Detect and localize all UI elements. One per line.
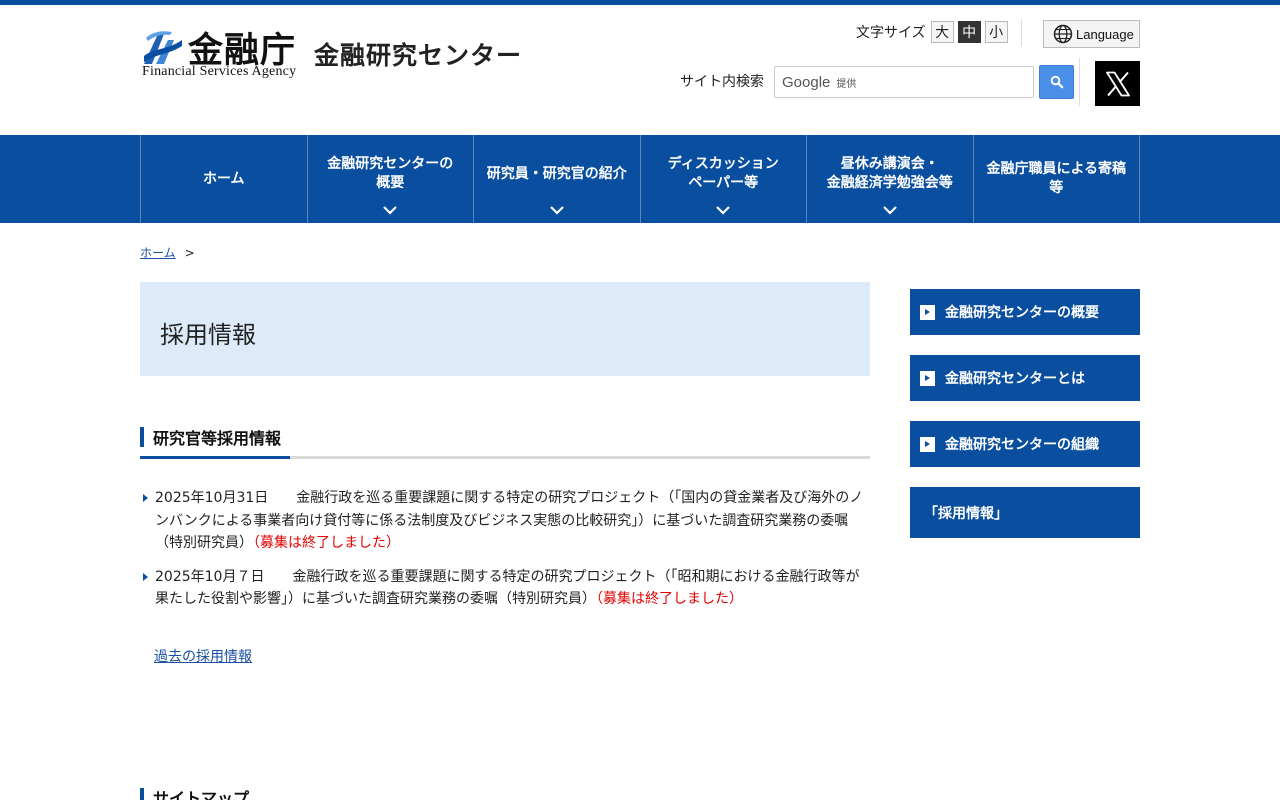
nav-item-researchers[interactable]: 研究員・研究官の紹介 bbox=[474, 135, 641, 223]
nav-item-label: ディスカッション ペーパー等 bbox=[667, 156, 779, 191]
chevron-down-icon bbox=[716, 206, 731, 215]
nav-item-label: 研究員・研究官の紹介 bbox=[486, 165, 627, 182]
nav-item-lectures[interactable]: 昼休み講演会・ 金融経済学勉強会等 bbox=[807, 135, 974, 223]
nav-item-staff-contributions[interactable]: 金融庁職員による寄稿 等 bbox=[974, 135, 1140, 223]
chevron-down-icon bbox=[383, 206, 398, 215]
nav-item-home[interactable]: ホーム bbox=[141, 135, 308, 223]
news-date: 2025年10月31日 bbox=[155, 490, 269, 506]
page-title-banner: 採用情報 bbox=[140, 282, 870, 376]
side-menu-current-label: 「採用情報」 bbox=[924, 505, 1008, 522]
site-search-input[interactable]: Google 提供 bbox=[774, 66, 1034, 98]
side-menu-item-label: 金融研究センターとは bbox=[945, 371, 1085, 387]
nav-item-overview[interactable]: 金融研究センターの 概要 bbox=[308, 135, 474, 223]
font-size-switcher: 文字サイズ 大 中 小 bbox=[856, 21, 1012, 43]
logo-agency-english: Financial Services Agency bbox=[142, 64, 297, 79]
side-menu-item-label: 金融研究センターの組織 bbox=[945, 437, 1099, 453]
x-logo-icon bbox=[1105, 71, 1130, 96]
heading-accent-bar bbox=[140, 427, 144, 447]
side-menu-item-current[interactable]: 「採用情報」 bbox=[910, 487, 1140, 538]
breadcrumb-separator: > bbox=[184, 245, 195, 260]
global-navigation: ホーム 金融研究センターの 概要 研究員・研究官の紹介 ディスカッション ペーパ… bbox=[0, 135, 1280, 223]
recruitment-news-list: 2025年10月31日 金融行政を巡る重要課題に関する特定の研究プロジェクト（「国… bbox=[140, 487, 870, 622]
news-date: 2025年10月７日 bbox=[155, 568, 265, 585]
search-button[interactable] bbox=[1039, 65, 1074, 99]
side-menu-item-label: 金融研究センターの概要 bbox=[945, 305, 1099, 321]
heading-underline-accent bbox=[140, 456, 290, 459]
page-title: 採用情報 bbox=[160, 321, 256, 349]
section-heading: 研究官等採用情報 bbox=[140, 425, 870, 459]
news-status: （募集は終了しました） bbox=[596, 591, 743, 607]
arrow-right-icon bbox=[920, 370, 935, 386]
top-accent-bar bbox=[0, 0, 1280, 5]
breadcrumb-home-link[interactable]: ホーム bbox=[140, 244, 176, 261]
font-size-small-button[interactable]: 小 bbox=[984, 21, 1008, 43]
news-status: （募集は終了しました） bbox=[253, 535, 400, 551]
search-provider-name: Google bbox=[782, 73, 831, 91]
side-menu-item-about[interactable]: 金融研究センターとは bbox=[910, 355, 1140, 401]
side-menu-item-overview[interactable]: 金融研究センターの概要 bbox=[910, 289, 1140, 335]
site-search-label: サイト内検索 bbox=[680, 74, 764, 90]
nav-item-label: 昼休み講演会・ 金融経済学勉強会等 bbox=[826, 156, 953, 191]
search-icon bbox=[1050, 75, 1063, 89]
nav-item-discussion-papers[interactable]: ディスカッション ペーパー等 bbox=[641, 135, 807, 223]
news-item[interactable]: 2025年10月７日 金融行政を巡る重要課題に関する特定の研究プロジェクト（「昭和… bbox=[140, 566, 870, 611]
heading-accent-bar bbox=[140, 788, 144, 800]
arrow-right-icon bbox=[920, 436, 935, 452]
header-divider bbox=[1021, 20, 1022, 46]
font-size-large-button[interactable]: 大 bbox=[930, 21, 954, 43]
font-size-label: 文字サイズ bbox=[856, 25, 926, 41]
chevron-down-icon bbox=[549, 206, 564, 215]
font-size-medium-button[interactable]: 中 bbox=[957, 21, 981, 43]
fsa-logo-mark-icon bbox=[142, 26, 184, 66]
news-item[interactable]: 2025年10月31日 金融行政を巡る重要課題に関する特定の研究プロジェクト（「国… bbox=[140, 487, 870, 555]
chevron-down-icon bbox=[882, 206, 897, 215]
arrow-right-icon bbox=[920, 304, 935, 320]
breadcrumb: ホーム > bbox=[140, 244, 195, 261]
globe-icon bbox=[1053, 24, 1073, 44]
search-provider-sub: 提供 bbox=[836, 78, 857, 90]
nav-item-label: 金融庁職員による寄稿 等 bbox=[986, 161, 1127, 196]
past-recruitment-link[interactable]: 過去の採用情報 bbox=[154, 646, 252, 666]
side-menu-item-organization[interactable]: 金融研究センターの組織 bbox=[910, 421, 1140, 467]
nav-item-label: 金融研究センターの 概要 bbox=[327, 156, 454, 191]
header-divider bbox=[1079, 58, 1080, 106]
site-logo[interactable]: 金融庁 Financial Services Agency 金融研究センター bbox=[142, 26, 532, 82]
language-button[interactable]: Language bbox=[1043, 20, 1140, 48]
section-heading-text: 研究官等採用情報 bbox=[153, 429, 282, 448]
nav-item-label: ホーム bbox=[202, 170, 245, 187]
language-label: Language bbox=[1076, 26, 1134, 42]
side-menu: 金融研究センターの概要 金融研究センターとは 金融研究センターの組織 「採用情報… bbox=[910, 289, 1140, 558]
sitemap-heading-text: サイトマップ bbox=[153, 789, 250, 800]
x-social-link[interactable] bbox=[1095, 61, 1140, 106]
logo-center-name: 金融研究センター bbox=[314, 41, 523, 70]
